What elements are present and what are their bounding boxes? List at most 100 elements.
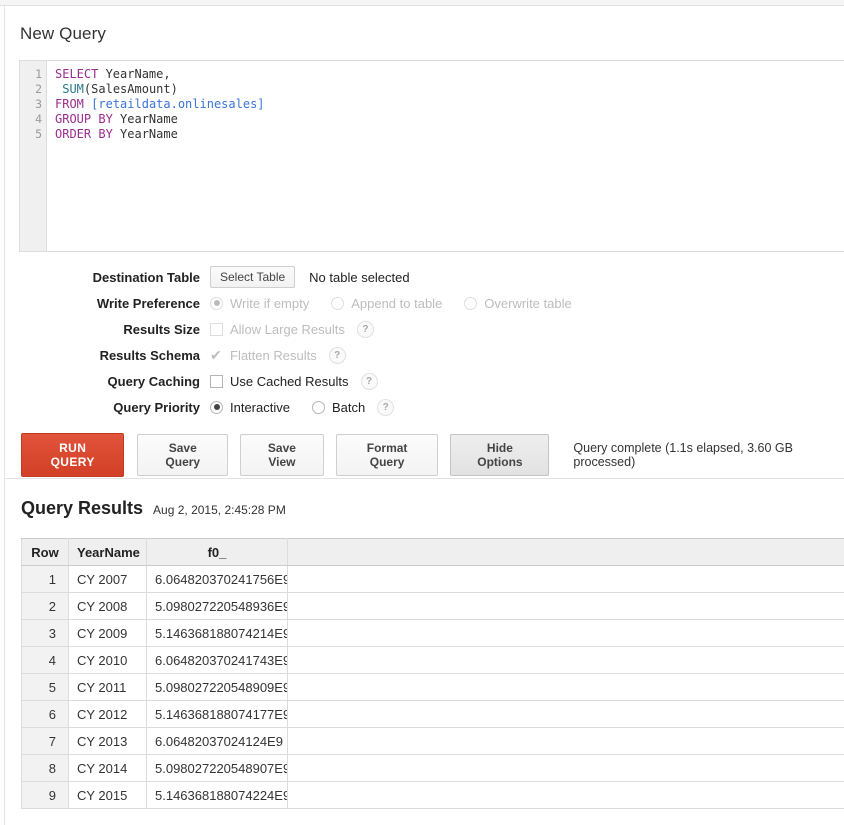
cell-yearname: CY 2015	[68, 781, 147, 809]
cell-blank	[287, 700, 844, 728]
option-row-query-priority: Query Priority Interactive Batch ?	[5, 394, 844, 420]
select-table-button[interactable]: Select Table	[210, 266, 296, 288]
option-row-results-schema: Results Schema ✔ Flatten Results ?	[5, 342, 844, 368]
cell-yearname: CY 2009	[68, 619, 147, 647]
cell-f0: 5.146368188074224E9	[146, 781, 288, 809]
editor-line-number: 5	[35, 127, 42, 141]
label-batch: Batch	[331, 399, 366, 415]
cell-row-number: 8	[21, 754, 69, 782]
label-append-to-table: Append to table	[351, 295, 443, 311]
run-query-button[interactable]: RUN QUERY	[21, 432, 125, 477]
editor-code-area[interactable]: SELECT YearName, SUM(SalesAmount) FROM [r…	[48, 61, 844, 251]
column-header-row[interactable]: Row	[21, 538, 69, 566]
help-icon-query-priority[interactable]: ?	[377, 398, 395, 416]
help-icon-results-schema[interactable]: ?	[328, 346, 346, 364]
table-row[interactable]: 6 CY 2012 5.146368188074177E9	[21, 700, 844, 728]
checkbox-allow-large-results[interactable]	[210, 322, 223, 336]
results-table: Row YearName f0_ 1 CY 2007 6.0648203702417…	[21, 538, 844, 809]
table-row[interactable]: 9 CY 2015 5.146368188074224E9	[21, 781, 844, 809]
table-row[interactable]: 4 CY 2010 6.064820370241743E9	[21, 646, 844, 674]
label-interactive: Interactive	[230, 399, 290, 415]
cell-f0: 5.146368188074177E9	[146, 700, 288, 728]
action-bar: RUN QUERY Save Query Save View Format Qu…	[5, 431, 844, 479]
cell-blank	[287, 754, 844, 782]
column-header-f0[interactable]: f0_	[146, 538, 288, 566]
write-preference-label: Write Preference	[96, 295, 200, 311]
column-header-blank	[287, 538, 844, 566]
bigquery-page: New Query 12345 SELECT YearName, SUM(Sal…	[5, 6, 844, 825]
results-table-head: Row YearName f0_	[21, 538, 844, 566]
table-row[interactable]: 1 CY 2007 6.064820370241756E9	[21, 565, 844, 593]
hide-options-button[interactable]: Hide Options	[450, 433, 550, 476]
table-row[interactable]: 2 CY 2008 5.098027220548936E9	[21, 592, 844, 620]
cell-blank	[287, 592, 844, 620]
label-allow-large-results: Allow Large Results	[230, 321, 345, 337]
cell-f0: 5.098027220548936E9	[146, 592, 288, 620]
cell-row-number: 5	[21, 673, 69, 701]
cell-f0: 6.064820370241743E9	[146, 646, 288, 674]
cell-f0: 6.064820370241756E9	[146, 565, 288, 593]
query-options: Destination Table Select Table No table …	[5, 264, 844, 420]
editor-code-line: FROM [retaildata.onlinesales]	[55, 97, 265, 111]
destination-table-label: Destination Table	[92, 269, 200, 285]
results-schema-label: Results Schema	[99, 347, 200, 363]
results-table-body: 1 CY 2007 6.064820370241756E9 2 CY 2008 5.098…	[21, 565, 844, 809]
cell-row-number: 2	[21, 592, 69, 620]
editor-line-number: 3	[35, 97, 42, 111]
query-status-text: Query complete (1.1s elapsed, 3.60 GB pr…	[573, 440, 793, 469]
cell-row-number: 6	[21, 700, 69, 728]
help-icon-query-caching[interactable]: ?	[360, 372, 378, 390]
results-size-label: Results Size	[123, 321, 200, 337]
cell-yearname: CY 2010	[68, 646, 147, 674]
query-priority-label: Query Priority	[113, 399, 200, 415]
cell-row-number: 7	[21, 727, 69, 755]
cell-blank	[287, 646, 844, 674]
cell-yearname: CY 2014	[68, 754, 147, 782]
check-icon-flatten-results[interactable]: ✔	[210, 348, 223, 362]
column-header-yearname[interactable]: YearName	[68, 538, 147, 566]
label-use-cached-results: Use Cached Results	[230, 373, 349, 389]
checkbox-use-cached-results[interactable]	[210, 374, 223, 388]
option-row-destination-table: Destination Table Select Table No table …	[5, 264, 844, 290]
radio-interactive[interactable]	[210, 400, 223, 414]
editor-code-line: SELECT YearName,	[55, 67, 171, 81]
cell-blank	[287, 781, 844, 809]
editor-line-number: 2	[35, 82, 42, 96]
cell-row-number: 9	[21, 781, 69, 809]
table-header-row: Row YearName f0_	[21, 538, 844, 566]
cell-f0: 5.098027220548909E9	[146, 673, 288, 701]
results-timestamp: Aug 2, 2015, 2:45:28 PM	[153, 503, 286, 517]
cell-f0: 5.098027220548907E9	[146, 754, 288, 782]
radio-write-if-empty[interactable]	[210, 296, 223, 310]
save-query-button[interactable]: Save Query	[137, 433, 229, 476]
cell-blank	[287, 619, 844, 647]
table-row[interactable]: 7 CY 2013 6.06482037024124E9	[21, 727, 844, 755]
format-query-button[interactable]: Format Query	[335, 433, 439, 476]
cell-f0: 6.06482037024124E9	[146, 727, 288, 755]
cell-blank	[287, 673, 844, 701]
radio-append-to-table[interactable]	[331, 296, 345, 310]
radio-overwrite-table[interactable]	[464, 296, 478, 310]
query-caching-label: Query Caching	[107, 373, 200, 389]
editor-gutter: 12345	[20, 61, 47, 251]
editor-code-lines: SELECT YearName, SUM(SalesAmount) FROM [r…	[48, 67, 844, 142]
table-row[interactable]: 3 CY 2009 5.146368188074214E9	[21, 619, 844, 647]
results-title: Query Results	[21, 498, 144, 518]
cell-yearname: CY 2012	[68, 700, 147, 728]
cell-blank	[287, 565, 844, 593]
sql-editor[interactable]: 12345 SELECT YearName, SUM(SalesAmount) F…	[19, 60, 844, 252]
label-flatten-results: Flatten Results	[230, 347, 317, 363]
results-header: Query Results Aug 2, 2015, 2:45:28 PM	[21, 498, 286, 519]
radio-batch[interactable]	[311, 400, 325, 414]
table-row[interactable]: 8 CY 2014 5.098027220548907E9	[21, 754, 844, 782]
editor-code-line: GROUP BY YearName	[55, 112, 178, 126]
save-view-button[interactable]: Save View	[240, 433, 324, 476]
cell-f0: 5.146368188074214E9	[146, 619, 288, 647]
editor-line-number: 4	[35, 112, 42, 126]
editor-code-line: SUM(SalesAmount)	[62, 82, 178, 96]
cell-yearname: CY 2013	[68, 727, 147, 755]
help-icon-results-size[interactable]: ?	[356, 320, 374, 338]
editor-code-line: ORDER BY YearName	[55, 127, 178, 141]
table-row[interactable]: 5 CY 2011 5.098027220548909E9	[21, 673, 844, 701]
label-write-if-empty: Write if empty	[230, 295, 310, 311]
